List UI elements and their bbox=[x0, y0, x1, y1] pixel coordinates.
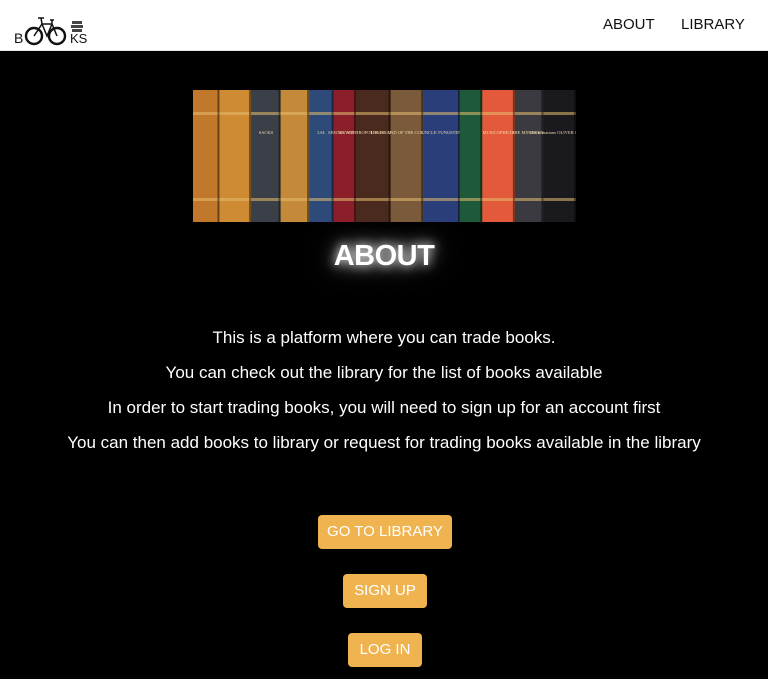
book-spine bbox=[280, 90, 310, 222]
about-paragraph-2: You can check out the library for the li… bbox=[165, 363, 603, 382]
about-paragraph-1: This is a platform where you can trade b… bbox=[212, 328, 556, 347]
book-spine bbox=[193, 90, 220, 222]
logo-text-left: B bbox=[14, 30, 23, 46]
book-spine bbox=[482, 90, 516, 222]
book-spine bbox=[309, 90, 335, 222]
book-spine bbox=[459, 90, 483, 222]
nav-about-link[interactable]: ABOUT bbox=[603, 16, 655, 33]
book-spine-title: LSL bbox=[317, 130, 325, 135]
books-logo[interactable]: B KS bbox=[14, 10, 94, 48]
book-spine-title: Hallucinations OLIVER SACKS bbox=[530, 130, 576, 135]
navbar: B KS ABOUT LIBRARY bbox=[0, 0, 768, 51]
book-spine-title: SACKS bbox=[259, 130, 274, 135]
book-spine-title: UNCLE TUNGSTEN bbox=[422, 130, 463, 135]
book-spine bbox=[543, 90, 576, 222]
about-paragraph-3: In order to start trading books, you wil… bbox=[107, 398, 661, 417]
book-spine bbox=[333, 90, 357, 222]
book-spine bbox=[514, 90, 544, 222]
book-spine-title: MUSICOPHILIA bbox=[482, 130, 515, 135]
bicycle-icon: B KS bbox=[14, 17, 88, 46]
book-spine bbox=[390, 90, 424, 222]
page-title: ABOUT bbox=[333, 240, 435, 272]
book-spine bbox=[355, 90, 392, 222]
book-spine bbox=[423, 90, 461, 222]
log-in-button[interactable]: LOG IN bbox=[348, 633, 422, 667]
book-spine bbox=[251, 90, 282, 222]
go-to-library-button[interactable]: GO TO LIBRARY bbox=[318, 515, 452, 549]
nav-library-link[interactable]: LIBRARY bbox=[681, 16, 745, 33]
sign-up-button[interactable]: SIGN UP bbox=[343, 574, 427, 608]
logo-text-right: KS bbox=[70, 31, 88, 46]
about-paragraph-4: You can then add books to library or req… bbox=[67, 433, 701, 452]
book-spine bbox=[219, 90, 252, 222]
books-banner-image: SACKS LSL SEEING VOICES AN ANTHROPOLOGIST O… bbox=[193, 90, 576, 222]
